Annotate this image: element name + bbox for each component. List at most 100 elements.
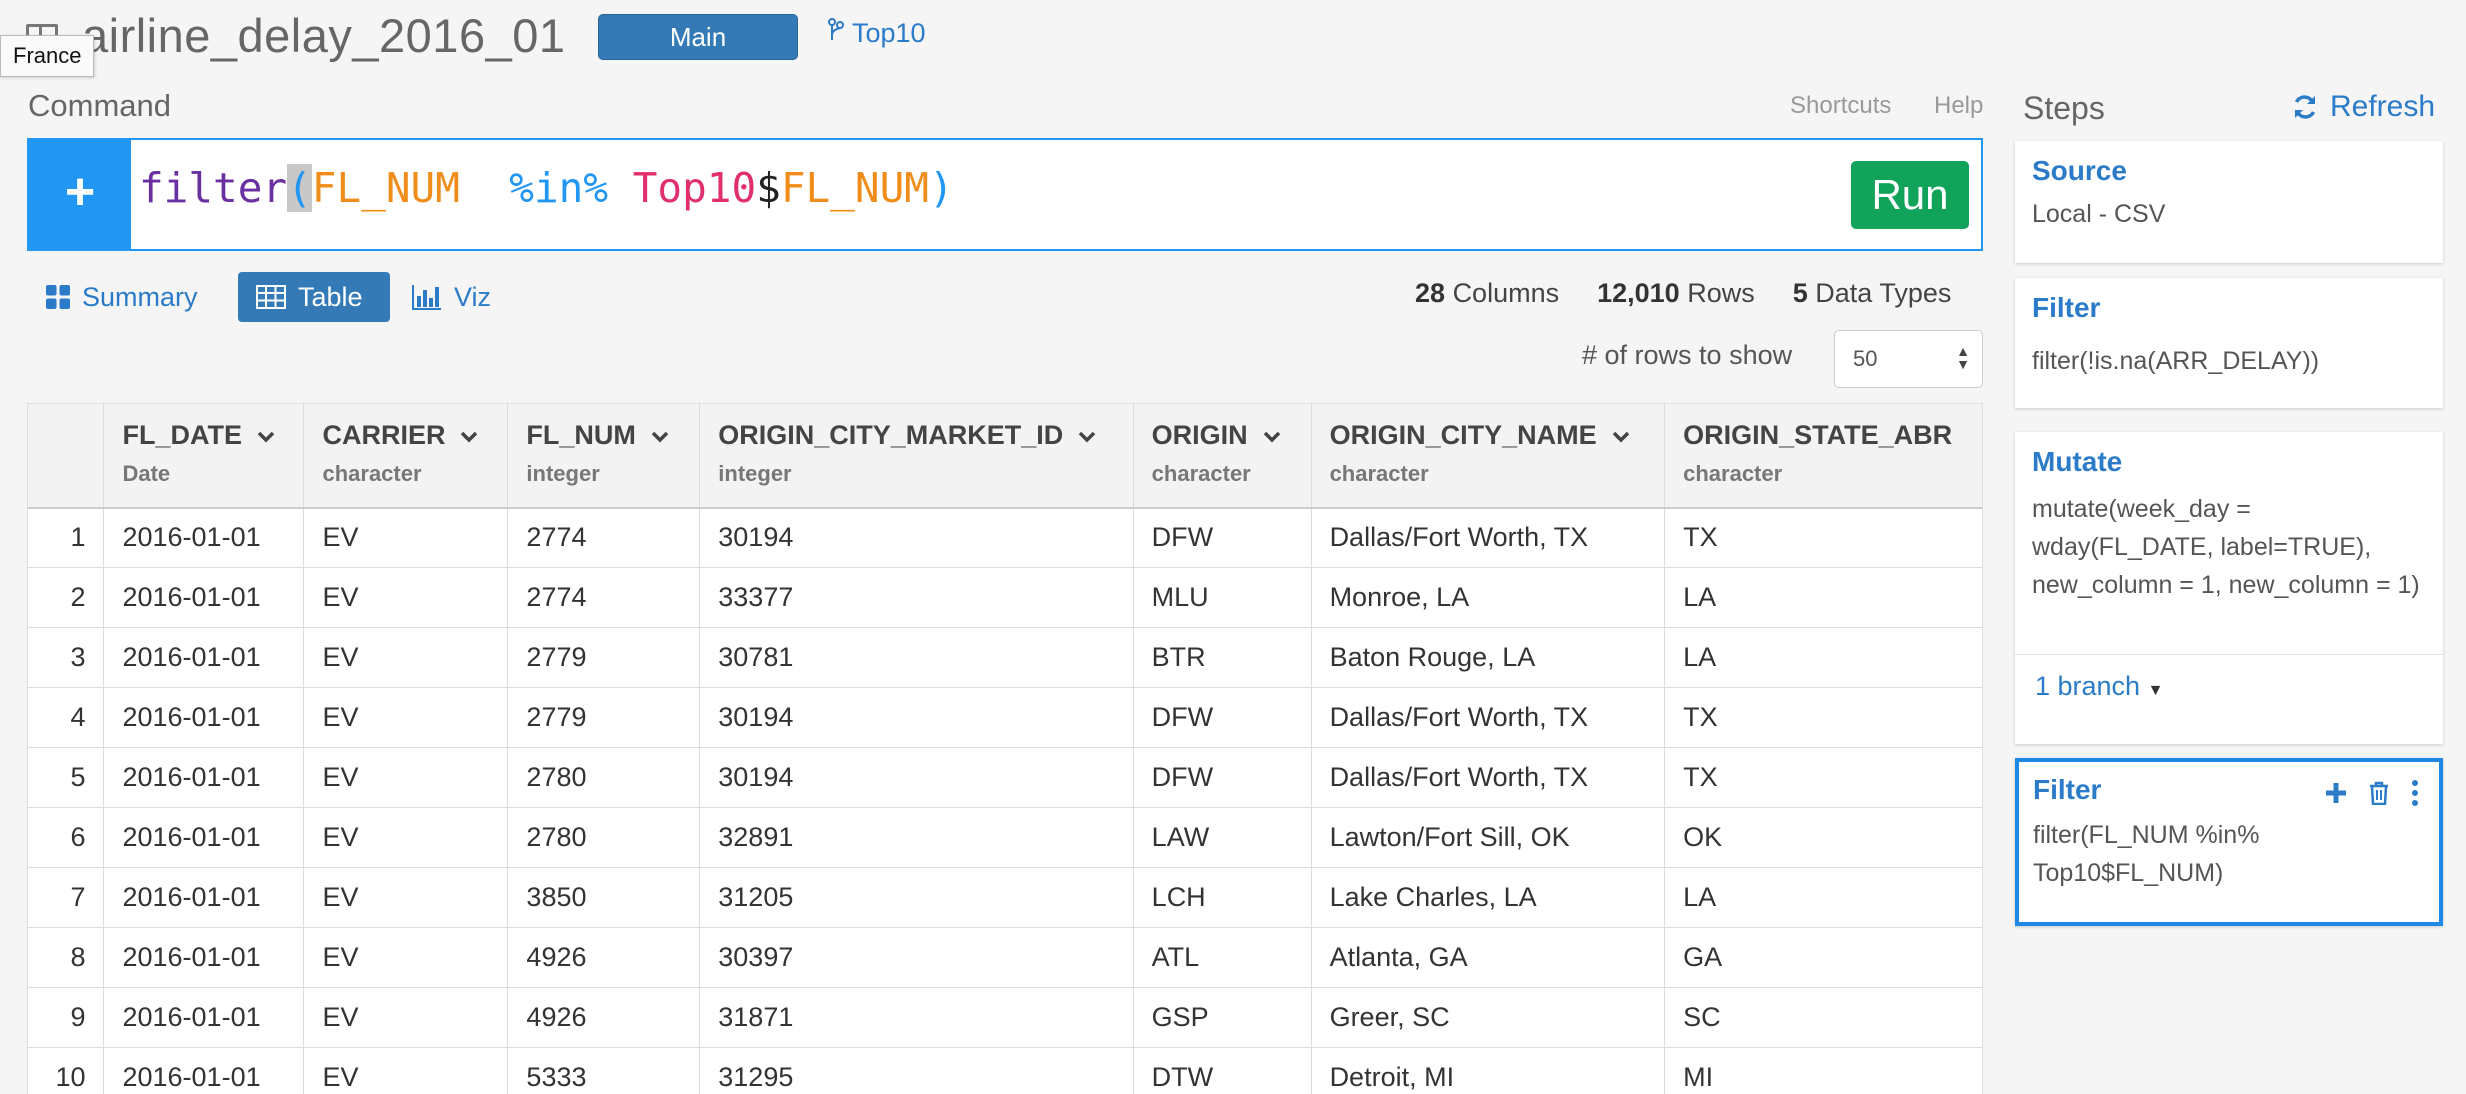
chevron-down-icon[interactable] — [1262, 420, 1282, 451]
table-cell[interactable]: GA — [1664, 927, 1983, 988]
table-cell[interactable]: 30781 — [699, 627, 1134, 688]
table-cell[interactable]: TX — [1664, 687, 1983, 748]
table-cell[interactable]: 2774 — [507, 507, 701, 568]
table-cell[interactable]: 4926 — [507, 987, 701, 1048]
run-button[interactable]: Run — [1851, 161, 1969, 229]
column-header[interactable]: ORIGIN_CITY_MARKET_ID integer — [699, 403, 1134, 509]
table-cell[interactable]: EV — [303, 867, 509, 928]
table-cell[interactable]: Lawton/Fort Sill, OK — [1311, 807, 1666, 868]
tab-table[interactable]: Table — [238, 272, 390, 322]
table-cell[interactable]: Atlanta, GA — [1311, 927, 1666, 988]
table-cell[interactable]: EV — [303, 807, 509, 868]
refresh-button[interactable]: Refresh — [2292, 90, 2435, 124]
table-cell[interactable]: 2780 — [507, 807, 701, 868]
tab-viz[interactable]: Viz — [412, 272, 491, 322]
table-cell[interactable]: LA — [1664, 867, 1983, 928]
table-cell[interactable]: 2774 — [507, 567, 701, 628]
table-cell[interactable]: 3850 — [507, 867, 701, 928]
table-cell[interactable]: 2016-01-01 — [103, 627, 305, 688]
step-card-mutate[interactable]: Mutate mutate(week_day = wday(FL_DATE, l… — [2015, 432, 2443, 744]
chevron-down-icon[interactable] — [650, 420, 670, 451]
more-vertical-icon[interactable] — [2411, 780, 2419, 806]
table-cell[interactable]: 32891 — [699, 807, 1134, 868]
table-cell[interactable]: LCH — [1133, 867, 1312, 928]
trash-icon[interactable] — [2369, 781, 2389, 805]
table-cell[interactable]: 30194 — [699, 747, 1134, 808]
table-cell[interactable]: 31871 — [699, 987, 1134, 1048]
column-header[interactable]: ORIGIN_STATE_ABR character — [1664, 403, 1983, 509]
table-cell[interactable]: Monroe, LA — [1311, 567, 1666, 628]
table-cell[interactable]: GSP — [1133, 987, 1312, 1048]
shortcuts-link[interactable]: Shortcuts — [1790, 92, 1891, 120]
table-cell[interactable]: 30194 — [699, 687, 1134, 748]
table-cell[interactable]: 2016-01-01 — [103, 987, 305, 1048]
chevron-down-icon[interactable] — [1077, 420, 1097, 451]
chevron-down-icon[interactable] — [256, 420, 276, 451]
table-cell[interactable]: LA — [1664, 627, 1983, 688]
table-cell[interactable]: EV — [303, 627, 509, 688]
table-cell[interactable]: MLU — [1133, 567, 1312, 628]
table-cell[interactable]: Dallas/Fort Worth, TX — [1311, 747, 1666, 808]
table-cell[interactable]: EV — [303, 987, 509, 1048]
add-command-button[interactable]: + — [29, 140, 131, 249]
table-cell[interactable]: SC — [1664, 987, 1983, 1048]
table-cell[interactable]: EV — [303, 507, 509, 568]
table-cell[interactable]: EV — [303, 567, 509, 628]
table-cell[interactable]: 2016-01-01 — [103, 687, 305, 748]
step-card-filter-active[interactable]: Filter filter(FL_NUM %in% Top10$FL_NUM) — [2015, 758, 2443, 926]
table-cell[interactable]: DFW — [1133, 507, 1312, 568]
table-cell[interactable]: 2779 — [507, 687, 701, 748]
column-header[interactable]: FL_NUM integer — [507, 403, 701, 509]
table-cell[interactable]: 4926 — [507, 927, 701, 988]
table-cell[interactable]: LAW — [1133, 807, 1312, 868]
step-card-filter[interactable]: Filter filter(!is.na(ARR_DELAY)) — [2015, 278, 2443, 408]
table-cell[interactable]: 2016-01-01 — [103, 747, 305, 808]
table-cell[interactable]: EV — [303, 1047, 509, 1094]
table-cell[interactable]: DFW — [1133, 747, 1312, 808]
command-input[interactable]: filter(FL_NUM %in% Top10$FL_NUM) — [139, 164, 954, 212]
chevron-down-icon[interactable] — [1611, 420, 1631, 451]
rows-to-show-select[interactable]: 50 ▲ ▼ — [1834, 330, 1983, 388]
table-cell[interactable]: 30194 — [699, 507, 1134, 568]
table-cell[interactable]: 2016-01-01 — [103, 507, 305, 568]
table-cell[interactable]: 2016-01-01 — [103, 1047, 305, 1094]
table-cell[interactable]: DFW — [1133, 687, 1312, 748]
table-cell[interactable]: Lake Charles, LA — [1311, 867, 1666, 928]
table-cell[interactable]: EV — [303, 927, 509, 988]
table-cell[interactable]: BTR — [1133, 627, 1312, 688]
tab-summary[interactable]: Summary — [46, 272, 198, 322]
table-cell[interactable]: TX — [1664, 747, 1983, 808]
table-cell[interactable]: LA — [1664, 567, 1983, 628]
chevron-down-icon[interactable] — [459, 420, 479, 451]
table-cell[interactable]: 2016-01-01 — [103, 807, 305, 868]
table-cell[interactable]: OK — [1664, 807, 1983, 868]
table-cell[interactable]: Baton Rouge, LA — [1311, 627, 1666, 688]
help-link[interactable]: Help — [1934, 92, 1983, 120]
table-cell[interactable]: 31205 — [699, 867, 1134, 928]
column-header[interactable]: FL_DATE Date — [103, 403, 305, 509]
table-cell[interactable]: EV — [303, 687, 509, 748]
table-cell[interactable]: Dallas/Fort Worth, TX — [1311, 507, 1666, 568]
table-cell[interactable]: ATL — [1133, 927, 1312, 988]
table-cell[interactable]: 2780 — [507, 747, 701, 808]
table-cell[interactable]: Detroit, MI — [1311, 1047, 1666, 1094]
column-header[interactable]: ORIGIN_CITY_NAME character — [1311, 403, 1666, 509]
table-cell[interactable]: 2016-01-01 — [103, 867, 305, 928]
main-branch-button[interactable]: Main — [598, 14, 798, 60]
table-cell[interactable]: MI — [1664, 1047, 1983, 1094]
step-card-source[interactable]: Source Local - CSV — [2015, 141, 2443, 263]
table-cell[interactable]: Greer, SC — [1311, 987, 1666, 1048]
table-cell[interactable]: TX — [1664, 507, 1983, 568]
table-cell[interactable]: EV — [303, 747, 509, 808]
table-cell[interactable]: 30397 — [699, 927, 1134, 988]
table-cell[interactable]: 5333 — [507, 1047, 701, 1094]
table-cell[interactable]: DTW — [1133, 1047, 1312, 1094]
branch-link-top10[interactable]: Top10 — [828, 18, 926, 49]
column-header[interactable]: ORIGIN character — [1133, 403, 1312, 509]
branch-dropdown[interactable]: 1 branch ▼ — [2015, 654, 2443, 718]
table-cell[interactable]: 2016-01-01 — [103, 927, 305, 988]
table-cell[interactable]: Dallas/Fort Worth, TX — [1311, 687, 1666, 748]
column-header[interactable]: CARRIER character — [303, 403, 509, 509]
table-cell[interactable]: 33377 — [699, 567, 1134, 628]
table-cell[interactable]: 2779 — [507, 627, 701, 688]
